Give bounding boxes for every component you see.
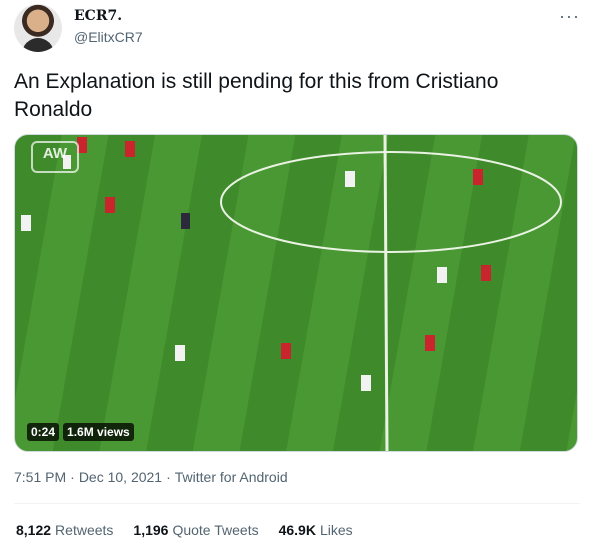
more-options-icon[interactable]: ··· [559, 6, 580, 27]
tweet-date[interactable]: Dec 10, 2021 [79, 469, 162, 485]
likes-link[interactable]: 46.9K Likes [279, 522, 353, 538]
watermark: AW [31, 141, 79, 173]
quote-tweets-link[interactable]: 1,196 Quote Tweets [133, 522, 258, 538]
tweet-stats: 8,122 Retweets 1,196 Quote Tweets 46.9K Lik… [16, 522, 353, 538]
tweet-header: ECR7. @ElitxCR7 ··· [14, 4, 580, 54]
video-duration: 0:24 [27, 423, 60, 441]
video-badge: 0:24 1.6M views [27, 423, 134, 441]
video-player[interactable]: AW 0:24 1.6M views [14, 134, 578, 452]
retweets-link[interactable]: 8,122 Retweets [16, 522, 113, 538]
divider [14, 503, 580, 504]
author-handle[interactable]: @ElitxCR7 [74, 29, 143, 45]
tweet-time[interactable]: 7:51 PM [14, 469, 66, 485]
tweet-source[interactable]: Twitter for Android [175, 469, 288, 485]
avatar[interactable] [14, 4, 62, 52]
tweet-meta: 7:51 PM · Dec 10, 2021 · Twitter for Android [14, 469, 288, 485]
tweet-text: An Explanation is still pending for this… [14, 70, 499, 121]
pitch-graphic [21, 135, 562, 451]
author-name[interactable]: ECR7. [74, 8, 122, 24]
video-views: 1.6M views [63, 423, 134, 441]
